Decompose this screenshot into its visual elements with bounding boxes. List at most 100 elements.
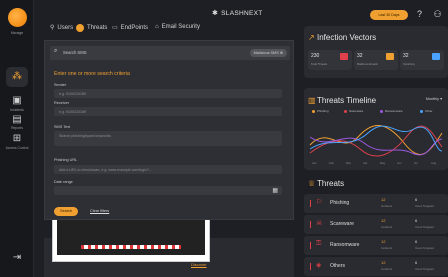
legend-other-label: Other bbox=[425, 109, 433, 113]
row-accent bbox=[310, 263, 311, 270]
timeline-period-dropdown[interactable]: Monthly ▾ bbox=[426, 96, 442, 101]
sms-tag-icon bbox=[432, 53, 440, 60]
iv-total-threats-label: Total Threats bbox=[311, 62, 328, 66]
threat-incidents-value: 12 bbox=[381, 197, 386, 202]
iv-total-threats[interactable]: 230 Total Threats bbox=[308, 50, 352, 70]
email-tag-icon bbox=[386, 53, 394, 60]
receiver-field[interactable]: e.g. 9100234189 bbox=[54, 107, 282, 116]
threats-timeline-title: Threats Timeline bbox=[317, 96, 377, 105]
brand: ✱ SLASHNEXT bbox=[212, 9, 263, 18]
timeline-x-tick: Feb bbox=[329, 161, 334, 165]
timeline-x-tick: Mar bbox=[346, 161, 351, 165]
timeline-x-tick: Jan bbox=[312, 161, 317, 165]
threat-row[interactable]: ⚿ Ransomware 12 Incidents 6 Users Target… bbox=[304, 236, 448, 255]
legend-swatch bbox=[380, 109, 383, 113]
iv-smishing-label: Smishing bbox=[403, 62, 415, 66]
nav-threats[interactable]: Threats bbox=[76, 24, 107, 32]
threat-name: Others bbox=[330, 263, 346, 269]
criteria-title: Enter one or more search criteria bbox=[54, 71, 130, 77]
calendar-icon[interactable]: ▦ bbox=[272, 187, 278, 194]
threats-timeline-card: ▥ Threats Timeline Monthly ▾ Phishing Sc… bbox=[304, 88, 448, 170]
sidebar-item-incidents[interactable]: Incidents bbox=[0, 108, 34, 112]
nav-endpoints-label: EndPoints bbox=[120, 24, 149, 31]
sidebar-item-reports[interactable]: Reports bbox=[0, 126, 34, 130]
iv-malicious-emails[interactable]: 32 Malicious Emails bbox=[354, 50, 398, 70]
infection-vectors-card: ↗ Infection Vectors 230 Total Threats 32… bbox=[304, 26, 448, 78]
clear-filters-link[interactable]: Clear filters bbox=[90, 209, 109, 213]
legend-scareware-label: Scareware bbox=[349, 109, 364, 113]
search-panel: ⌕ Search SMS Malicious SMS ⊗ Enter one o… bbox=[44, 40, 294, 220]
sms-text-field[interactable]: Search phishing/spam keywords bbox=[54, 131, 282, 146]
legend-scareware: Scareware bbox=[344, 109, 363, 113]
trophy-icon: ♕ bbox=[308, 179, 316, 188]
help-icon[interactable]: ? bbox=[414, 9, 425, 20]
sms-text-label: SMS Text bbox=[54, 125, 71, 129]
search-icon: ⌕ bbox=[54, 48, 58, 54]
timeline-line-ransomware bbox=[309, 136, 443, 156]
row-accent bbox=[310, 221, 311, 228]
phishing-url-placeholder: Add a URL to check/scan, e.g. www.exampl… bbox=[59, 167, 152, 172]
search-button[interactable]: Search bbox=[54, 207, 78, 216]
timeline-x-tick: Jul bbox=[414, 161, 418, 165]
threats-tag-icon bbox=[340, 53, 348, 60]
grid-dots-icon[interactable]: ⁂ bbox=[11, 71, 23, 83]
iv-malicious-emails-value: 32 bbox=[357, 53, 363, 59]
phishing-icon: ⚐ bbox=[316, 199, 323, 206]
threat-row[interactable]: ☠ Scareware 12 Incidents 6 Users Targete… bbox=[304, 215, 448, 234]
threat-incidents-label: Incidents bbox=[381, 204, 393, 208]
nav-users[interactable]: ⚲ Users bbox=[50, 24, 74, 32]
reports-icon[interactable]: ▤ bbox=[11, 114, 23, 126]
legend-ransomware-label: Ransomware bbox=[385, 109, 403, 113]
infection-vectors-icon: ↗ bbox=[308, 33, 315, 42]
iv-smishing[interactable]: 32 Smishing bbox=[400, 50, 444, 70]
date-range-field[interactable]: ▦ bbox=[54, 186, 282, 195]
threats-icon bbox=[76, 24, 84, 32]
preview-screen bbox=[57, 217, 205, 255]
threat-users-value: 6 bbox=[415, 218, 418, 223]
threat-name: Scareware bbox=[330, 221, 354, 227]
phishing-url-field[interactable]: Add a URL to check/scan, e.g. www.exampl… bbox=[54, 165, 282, 174]
timeline-x-tick: Jun bbox=[397, 161, 402, 165]
timeline-x-tick: Apr bbox=[363, 161, 368, 165]
others-icon: ◈ bbox=[316, 262, 322, 269]
search-input[interactable]: Search SMS bbox=[63, 50, 87, 55]
email-security-icon: ⌂ bbox=[155, 24, 159, 30]
threats-header: ♕ Threats bbox=[304, 178, 448, 192]
logout-icon[interactable]: ⇥ bbox=[11, 252, 23, 264]
threat-users-value: 6 bbox=[415, 260, 418, 265]
discover-link[interactable]: Discover bbox=[191, 262, 207, 267]
receiver-label: Receiver bbox=[54, 101, 69, 105]
threat-row[interactable]: ⚐ Phishing 12 Incidents 6 Users Targeted bbox=[304, 194, 448, 213]
search-bar[interactable]: ⌕ Search SMS Malicious SMS ⊗ bbox=[50, 46, 290, 60]
threat-users-value: 6 bbox=[415, 239, 418, 244]
sender-field[interactable]: e.g. 9100234189 bbox=[54, 89, 282, 98]
incidents-icon[interactable]: ▣ bbox=[11, 95, 23, 107]
date-range-pill[interactable]: Last 30 Days bbox=[370, 10, 408, 20]
sms-text-placeholder: Search phishing/spam keywords bbox=[59, 133, 111, 138]
threat-incidents-label: Incidents bbox=[381, 267, 393, 271]
sender-label: Sender bbox=[54, 83, 67, 87]
brand-logo[interactable] bbox=[8, 8, 27, 27]
malicious-sms-label: Malicious SMS bbox=[253, 51, 279, 55]
preview-bar bbox=[81, 245, 181, 249]
access-control-icon[interactable]: ⊞ bbox=[11, 133, 23, 145]
nav-users-label: Users bbox=[57, 24, 74, 31]
threat-incidents-value: 12 bbox=[381, 260, 386, 265]
ransomware-icon: ⚿ bbox=[316, 240, 322, 247]
threat-row[interactable]: ◈ Others 12 Incidents 6 Users Targeted bbox=[304, 257, 448, 276]
nav-email-security[interactable]: ⌂ Email Security bbox=[155, 24, 200, 30]
malicious-sms-badge[interactable]: Malicious SMS ⊗ bbox=[249, 49, 287, 57]
user-menu-icon[interactable]: ⚇ bbox=[432, 9, 443, 20]
sidebar-item-access-control[interactable]: Access Control bbox=[0, 146, 34, 150]
iv-smishing-value: 32 bbox=[403, 53, 409, 59]
sidebar: Manage ⁂ ▣ Incidents ▤ Reports ⊞ Access … bbox=[0, 0, 34, 277]
timeline-icon: ▥ bbox=[308, 96, 316, 105]
timeline-line-phishing bbox=[309, 125, 443, 155]
threats-title: Threats bbox=[317, 179, 345, 188]
threat-users-label: Users Targeted bbox=[415, 204, 434, 208]
users-icon: ⚲ bbox=[50, 25, 55, 31]
threat-name: Ransomware bbox=[330, 242, 360, 248]
nav-endpoints[interactable]: ▭ EndPoints bbox=[112, 24, 149, 32]
sidebar-logo-label: Manage bbox=[10, 31, 24, 35]
timeline-x-tick: May bbox=[380, 161, 386, 165]
